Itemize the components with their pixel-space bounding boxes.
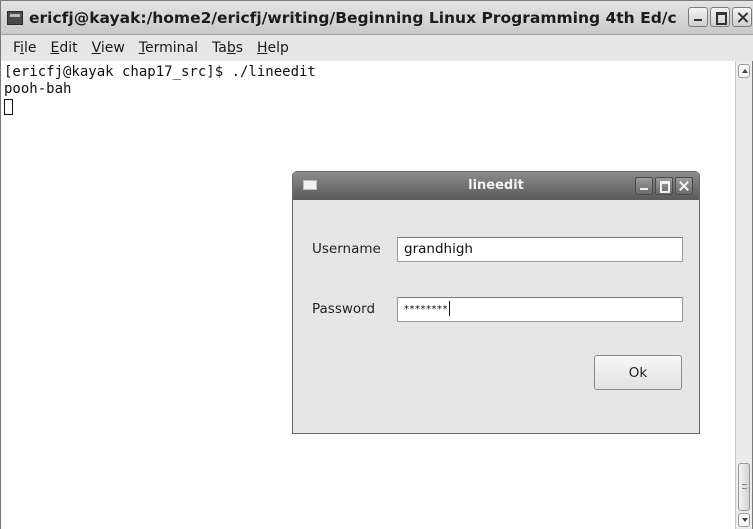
lineedit-dialog: lineedit Username grandhigh Password ***…	[292, 171, 700, 434]
terminal-title: ericfj@kayak:/home2/ericfj/writing/Begin…	[29, 8, 677, 27]
ok-button[interactable]: Ok	[594, 355, 682, 390]
ok-button-label: Ok	[628, 364, 648, 381]
terminal-cursor	[4, 99, 13, 115]
terminal-window-controls	[688, 7, 752, 27]
terminal-line: pooh-bah	[4, 81, 72, 97]
maximize-icon[interactable]	[710, 7, 730, 27]
text-caret	[449, 301, 450, 316]
terminal-app-icon[interactable]	[7, 10, 23, 25]
menu-view[interactable]: View	[92, 40, 125, 56]
arrow-down-icon[interactable]	[738, 513, 750, 527]
password-label: Password	[312, 301, 376, 317]
close-icon[interactable]	[675, 177, 693, 195]
menu-file[interactable]: File	[13, 40, 36, 56]
scrollbar-thumb[interactable]	[738, 463, 750, 511]
menu-terminal[interactable]: Terminal	[139, 40, 198, 56]
menu-edit[interactable]: Edit	[50, 40, 77, 56]
password-input[interactable]: ********	[397, 297, 683, 322]
username-value: grandhigh	[404, 241, 473, 257]
username-input[interactable]: grandhigh	[397, 237, 683, 262]
terminal-scrollbar[interactable]	[735, 61, 752, 529]
minimize-icon[interactable]	[635, 177, 653, 195]
minimize-icon[interactable]	[688, 7, 708, 27]
password-value: ********	[404, 304, 448, 315]
maximize-icon[interactable]	[655, 177, 673, 195]
terminal-line: [ericfj@kayak chap17_src]$ ./lineedit	[4, 64, 316, 80]
dialog-window-controls	[635, 177, 693, 195]
terminal-titlebar[interactable]: ericfj@kayak:/home2/ericfj/writing/Begin…	[1, 1, 753, 35]
close-icon[interactable]	[732, 7, 752, 27]
menu-tabs[interactable]: Tabs	[212, 40, 243, 56]
arrow-up-icon[interactable]	[738, 64, 750, 78]
menu-help[interactable]: Help	[257, 40, 289, 56]
username-label: Username	[312, 241, 381, 257]
dialog-titlebar[interactable]: lineedit	[293, 172, 699, 200]
terminal-menubar: File Edit View Terminal Tabs Help	[1, 35, 753, 61]
